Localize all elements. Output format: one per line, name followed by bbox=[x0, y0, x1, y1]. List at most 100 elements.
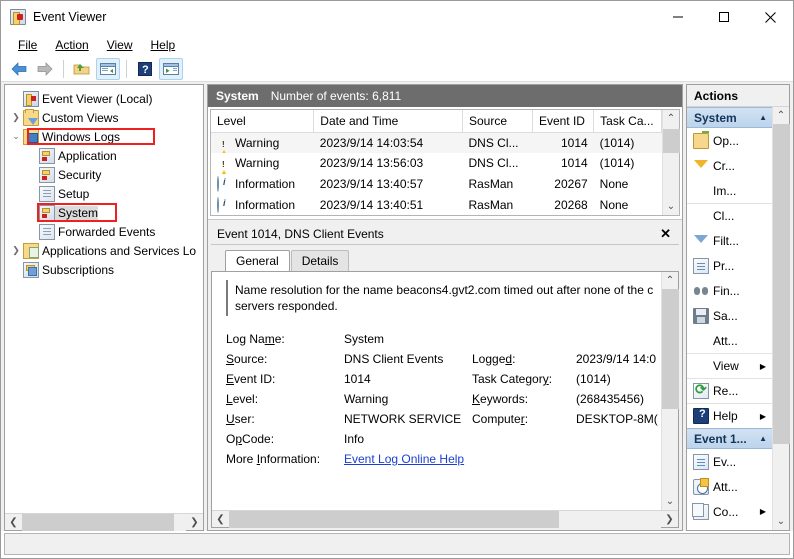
scroll-up-arrow-icon[interactable]: ⌃ bbox=[662, 272, 679, 289]
action-attach-task-to-event[interactable]: Att... bbox=[687, 474, 772, 499]
tree-label: Windows Logs bbox=[42, 129, 121, 144]
details-vscroll-thumb[interactable] bbox=[661, 289, 679, 409]
field-row-source: Source: DNS Client Events Logged: 2023/9… bbox=[226, 350, 658, 370]
tree-hscroll-track[interactable] bbox=[22, 513, 186, 531]
action-view[interactable]: View ▶ bbox=[687, 353, 772, 378]
chevron-down-icon[interactable]: ⌄ bbox=[9, 129, 23, 145]
minimize-button[interactable] bbox=[655, 1, 701, 33]
tree-item-event-viewer-local[interactable]: Event Viewer (Local) bbox=[5, 89, 203, 108]
column-header-task-category[interactable]: Task Ca... bbox=[593, 110, 662, 133]
column-header-source[interactable]: Source bbox=[462, 110, 533, 133]
menu-action[interactable]: Action bbox=[46, 36, 97, 54]
maximize-button[interactable] bbox=[701, 1, 747, 33]
tree-item-system[interactable]: System bbox=[5, 203, 203, 222]
close-details-icon[interactable]: ✕ bbox=[656, 226, 675, 242]
tree-label: Setup bbox=[58, 186, 90, 201]
action-filter-current-log[interactable]: Filt... bbox=[687, 228, 772, 253]
event-list-vscroll-thumb[interactable] bbox=[662, 129, 680, 153]
tab-general[interactable]: General bbox=[225, 250, 290, 271]
actions-vscroll-track[interactable] bbox=[772, 124, 790, 513]
tree-item-application[interactable]: Application bbox=[5, 146, 203, 165]
scroll-right-arrow-icon[interactable]: ❯ bbox=[186, 514, 203, 531]
tree-label: Security bbox=[58, 167, 102, 182]
details-vscroll-track[interactable] bbox=[661, 289, 679, 493]
show-hide-console-tree-icon[interactable] bbox=[96, 57, 120, 80]
table-row[interactable]: Information 2023/9/14 13:40:51 RasMan 20… bbox=[211, 194, 662, 215]
tree-item-windows-logs[interactable]: ⌄ Windows Logs bbox=[5, 127, 203, 146]
submenu-arrow-icon: ▶ bbox=[759, 411, 766, 421]
tree-item-setup[interactable]: Setup bbox=[5, 184, 203, 203]
event-list-vscroll-track[interactable] bbox=[662, 127, 680, 198]
tree-label: System bbox=[55, 205, 99, 220]
forward-icon[interactable] bbox=[33, 58, 57, 80]
tree-horizontal-scrollbar[interactable]: ❮ ❯ bbox=[5, 513, 203, 531]
chevron-up-icon[interactable]: ▲ bbox=[759, 434, 767, 443]
action-attach-task[interactable]: Att... bbox=[687, 328, 772, 353]
chevron-up-icon[interactable]: ▲ bbox=[759, 113, 767, 122]
tree-item-forwarded-events[interactable]: Forwarded Events bbox=[5, 222, 203, 241]
details-horizontal-scrollbar[interactable]: ❮ ❯ bbox=[212, 510, 678, 528]
actions-vertical-scrollbar[interactable]: ⌃ ⌄ bbox=[772, 107, 790, 530]
actions-group-event[interactable]: Event 1... ▲ bbox=[687, 428, 772, 449]
action-event-properties[interactable]: Ev... bbox=[687, 449, 772, 474]
scroll-left-arrow-icon[interactable]: ❮ bbox=[5, 514, 22, 531]
tab-details[interactable]: Details bbox=[290, 250, 350, 271]
show-hide-tree-icon[interactable] bbox=[70, 58, 94, 80]
menu-action-label: Action bbox=[55, 37, 89, 52]
column-header-datetime[interactable]: Date and Time bbox=[313, 110, 463, 133]
tree-hscroll-thumb[interactable] bbox=[22, 513, 174, 531]
tree-item-custom-views[interactable]: ❯ Custom Views bbox=[5, 108, 203, 127]
filter-icon bbox=[693, 233, 709, 249]
menu-file[interactable]: File bbox=[9, 36, 46, 54]
help-icon[interactable]: ? bbox=[133, 58, 157, 80]
tree-item-applications-and-services-logs[interactable]: ❯ Applications and Services Lo bbox=[5, 241, 203, 260]
center-pane: System Number of events: 6,811 Level Dat… bbox=[207, 84, 683, 531]
submenu-arrow-icon: ▶ bbox=[759, 507, 766, 516]
action-clear-log[interactable]: Cl... bbox=[687, 203, 772, 228]
scroll-up-arrow-icon[interactable]: ⌃ bbox=[663, 110, 680, 127]
table-row[interactable]: Information 2023/9/14 13:40:57 RasMan 20… bbox=[211, 174, 662, 195]
chevron-right-icon[interactable]: ❯ bbox=[9, 243, 23, 259]
action-properties[interactable]: Pr... bbox=[687, 253, 772, 278]
event-list-vertical-scrollbar[interactable]: ⌃ ⌄ bbox=[662, 110, 680, 215]
menu-help[interactable]: Help bbox=[142, 36, 185, 54]
table-row[interactable]: Warning 2023/9/14 14:03:54 DNS Cl... 101… bbox=[211, 132, 662, 153]
column-header-event-id[interactable]: Event ID bbox=[532, 110, 595, 133]
details-hscroll-track[interactable] bbox=[229, 510, 661, 528]
tree-item-subscriptions[interactable]: Subscriptions bbox=[5, 260, 203, 279]
details-vertical-scrollbar[interactable]: ⌃ ⌄ bbox=[661, 272, 679, 510]
scroll-right-arrow-icon[interactable]: ❯ bbox=[661, 511, 678, 528]
action-find[interactable]: Fin... bbox=[687, 278, 772, 303]
action-help[interactable]: Help ▶ bbox=[687, 403, 772, 428]
help-icon bbox=[693, 408, 709, 424]
show-hide-action-pane-icon[interactable] bbox=[159, 57, 183, 80]
scroll-down-arrow-icon[interactable]: ⌄ bbox=[663, 198, 680, 215]
action-copy[interactable]: Co... ▶ bbox=[687, 499, 772, 524]
actions-vscroll-thumb[interactable] bbox=[772, 124, 790, 444]
chevron-right-icon[interactable]: ❯ bbox=[9, 110, 23, 126]
details-hscroll-thumb[interactable] bbox=[229, 510, 559, 528]
action-refresh[interactable]: Re... bbox=[687, 378, 772, 403]
action-open-saved-log[interactable]: Op... bbox=[687, 128, 772, 153]
menu-view[interactable]: View bbox=[98, 36, 142, 54]
scroll-left-arrow-icon[interactable]: ❮ bbox=[212, 511, 229, 528]
plain-log-icon bbox=[39, 185, 55, 202]
table-row[interactable]: Warning 2023/9/14 13:56:03 DNS Cl... 101… bbox=[211, 153, 662, 174]
tree-item-security[interactable]: Security bbox=[5, 165, 203, 184]
action-label: Pr... bbox=[713, 258, 735, 273]
column-header-level[interactable]: Level bbox=[211, 110, 315, 133]
event-log-online-help-link[interactable]: Event Log Online Help bbox=[344, 452, 464, 466]
close-button[interactable] bbox=[747, 1, 793, 33]
blank-icon bbox=[693, 183, 709, 199]
scroll-up-arrow-icon[interactable]: ⌃ bbox=[773, 107, 790, 124]
scroll-down-arrow-icon[interactable]: ⌄ bbox=[773, 513, 790, 530]
refresh-icon bbox=[693, 381, 709, 399]
action-create-custom-view[interactable]: Cr... bbox=[687, 153, 772, 178]
action-import-custom-view[interactable]: Im... bbox=[687, 178, 772, 203]
actions-group-system[interactable]: System ▲ bbox=[687, 107, 772, 128]
back-icon[interactable] bbox=[7, 58, 31, 80]
actions-scroll-row: System ▲ Op... Cr... Im... Cl... Filt...… bbox=[687, 107, 790, 530]
action-save-events[interactable]: Sa... bbox=[687, 303, 772, 328]
field-value-level: Warning bbox=[344, 392, 389, 406]
scroll-down-arrow-icon[interactable]: ⌄ bbox=[662, 493, 679, 510]
